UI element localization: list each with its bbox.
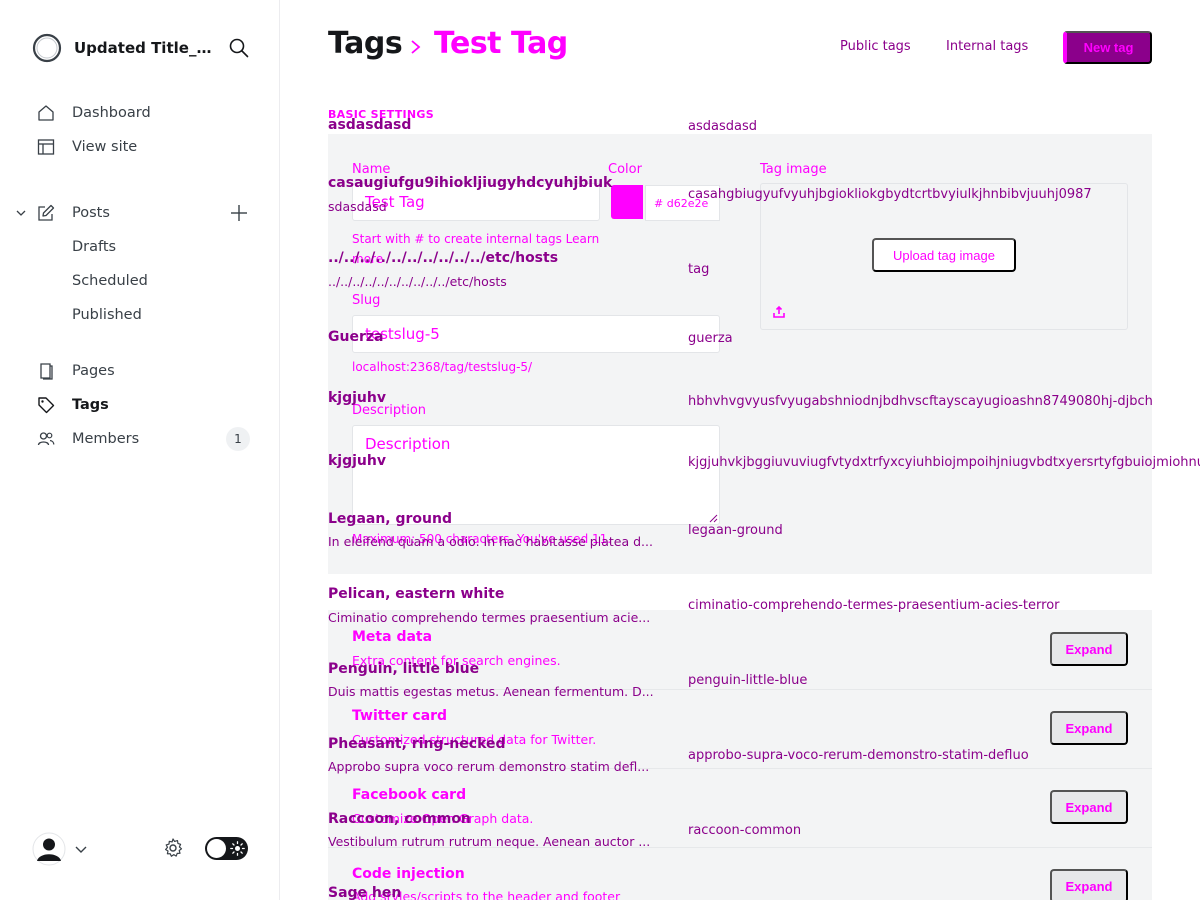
chevron-down-icon[interactable] [74, 842, 88, 856]
tag-row-name[interactable]: Legaan, ground [328, 511, 452, 527]
nav-drafts[interactable]: Drafts [72, 234, 116, 260]
nav-dashboard[interactable]: Dashboard [36, 100, 151, 126]
nav-drafts-label: Drafts [72, 239, 117, 255]
meta-data-expand-button[interactable]: Expand [1050, 632, 1128, 666]
twitter-card-expand-button[interactable]: Expand [1050, 711, 1128, 745]
nav-published[interactable]: Published [72, 302, 142, 328]
home-icon [36, 103, 56, 123]
code-injection-expand-button[interactable]: Expand [1050, 869, 1128, 900]
nav-dashboard-label: Dashboard [72, 105, 151, 121]
site-title[interactable]: Updated Title_17... [74, 39, 214, 57]
tag-row-desc: Duis mattis egestas metus. Aenean fermen… [328, 684, 654, 699]
theme-toggle[interactable] [205, 837, 248, 860]
tag-row-slug[interactable]: hbhvhvgvyusfvyugabshniodnjbdhvscftayscay… [688, 394, 1153, 409]
meta-data-title: Meta data [352, 629, 433, 645]
tag-row-desc: Approbo supra voco rerum demonstro stati… [328, 759, 650, 774]
slug-url: localhost:2368/tag/testslug-5/ [352, 360, 533, 374]
twitter-card-title: Twitter card [352, 708, 448, 724]
tag-row-slug[interactable]: casahgbiugyufvyuhjbgiokliokgbydtcrtbvyiu… [688, 187, 1092, 202]
new-tag-button[interactable]: New tag [1063, 31, 1152, 64]
nav-published-label: Published [72, 307, 142, 323]
description-textarea[interactable]: Description [352, 425, 720, 525]
nav-members-label: Members [72, 431, 140, 447]
nav-pages-label: Pages [72, 363, 115, 379]
tag-row-desc: sdasdasd [328, 199, 387, 214]
tag-row-name[interactable]: kjgjuhv [328, 390, 386, 406]
search-icon[interactable] [228, 37, 250, 59]
slug-label: Slug [352, 293, 381, 308]
tag-row-name[interactable]: Guerza [328, 329, 383, 345]
color-label: Color [608, 162, 642, 177]
nav-tags-label: Tags [72, 397, 109, 413]
facebook-card-expand-button[interactable]: Expand [1050, 790, 1128, 824]
nav-scheduled-label: Scheduled [72, 273, 148, 289]
tag-row-slug[interactable]: penguin-little-blue [688, 673, 807, 688]
tag-row-name[interactable]: ../../../../../../../../../../etc/hosts [328, 250, 558, 266]
nav-posts-label: Posts [72, 205, 110, 221]
tag-row-desc: Ciminatio comprehendo termes praesentium… [328, 610, 651, 625]
internal-tags-link[interactable]: Internal tags [946, 39, 1028, 54]
tag-row-name[interactable]: Pelican, eastern white [328, 586, 504, 602]
color-swatch[interactable] [611, 185, 643, 219]
tag-row-name[interactable]: Sage hen [328, 885, 401, 900]
nav-view-site-label: View site [72, 139, 138, 155]
members-icon [36, 429, 56, 449]
nav-members[interactable]: Members [36, 426, 139, 452]
chevron-right-icon [411, 40, 421, 54]
nav-posts[interactable]: Posts [36, 200, 110, 226]
nav-view-site[interactable]: View site [36, 134, 137, 160]
chevron-down-icon[interactable] [14, 206, 28, 220]
tag-row-name[interactable]: Pheasant, ring-necked [328, 736, 506, 752]
public-tags-link[interactable]: Public tags [840, 39, 911, 54]
site-logo-icon [32, 33, 62, 63]
edit-icon [36, 203, 56, 223]
tag-row-slug[interactable]: guerza [688, 331, 733, 346]
tag-row-name[interactable]: asdasdasd [328, 117, 411, 133]
tag-row-slug[interactable]: raccoon-common [688, 823, 801, 838]
facebook-card-title: Facebook card [352, 787, 467, 803]
tag-row-name[interactable]: Penguin, little blue [328, 661, 479, 677]
slug-input[interactable]: testslug-5 [352, 315, 720, 353]
sun-icon [230, 841, 245, 856]
nav-tags[interactable]: Tags [36, 392, 109, 418]
tag-row-slug[interactable]: legaan-ground [688, 523, 783, 538]
tag-row-name[interactable]: Raccoon, common [328, 811, 471, 827]
tag-row-name[interactable]: kjgjuhv [328, 453, 386, 469]
sidebar: Updated Title_17... Dashboard View site … [0, 0, 280, 900]
tag-row-slug[interactable]: ciminatio-comprehendo-termes-praesentium… [688, 598, 1060, 613]
breadcrumb-parent[interactable]: Tags [328, 26, 403, 61]
tag-row-desc: Vestibulum rutrum rutrum neque. Aenean a… [328, 834, 651, 849]
upload-tag-image-button[interactable]: Upload tag image [872, 238, 1016, 272]
layout-icon [36, 137, 56, 157]
plus-icon[interactable] [228, 202, 250, 224]
code-injection-title: Code injection [352, 866, 465, 882]
toggle-knob [207, 839, 226, 858]
tag-row-slug[interactable]: asdasdasd [688, 119, 757, 134]
tag-row-slug[interactable]: tag [688, 262, 709, 277]
members-count-badge: 1 [226, 427, 250, 451]
tag-row-slug[interactable]: kjgjuhvkjbggiuvuviugfvtydxtrfyxcyiuhbioj… [688, 455, 1200, 470]
tag-icon [36, 395, 56, 415]
tag-row-slug[interactable]: approbo-supra-voco-rerum-demonstro-stati… [688, 748, 1029, 763]
nav-pages[interactable]: Pages [36, 358, 115, 384]
gear-icon[interactable] [162, 837, 184, 859]
tag-row-name[interactable]: casaugiufgu9ihiokljiugyhdcyuhjbiuk [328, 175, 612, 191]
breadcrumb-current: Test Tag [434, 26, 568, 61]
avatar-icon[interactable] [32, 832, 66, 866]
hash-icon: # [654, 196, 667, 210]
tag-image-label: Tag image [760, 162, 827, 177]
tag-row-desc: In eleifend quam a odio. In hac habitass… [328, 534, 653, 549]
resize-handle-icon[interactable] [708, 513, 718, 523]
site-header[interactable]: Updated Title_17... [32, 32, 250, 64]
tag-row-desc: ../../../../../../../../../../etc/hosts [328, 274, 507, 289]
page-icon [36, 361, 56, 381]
nav-scheduled[interactable]: Scheduled [72, 268, 148, 294]
upload-icon[interactable] [772, 305, 786, 319]
